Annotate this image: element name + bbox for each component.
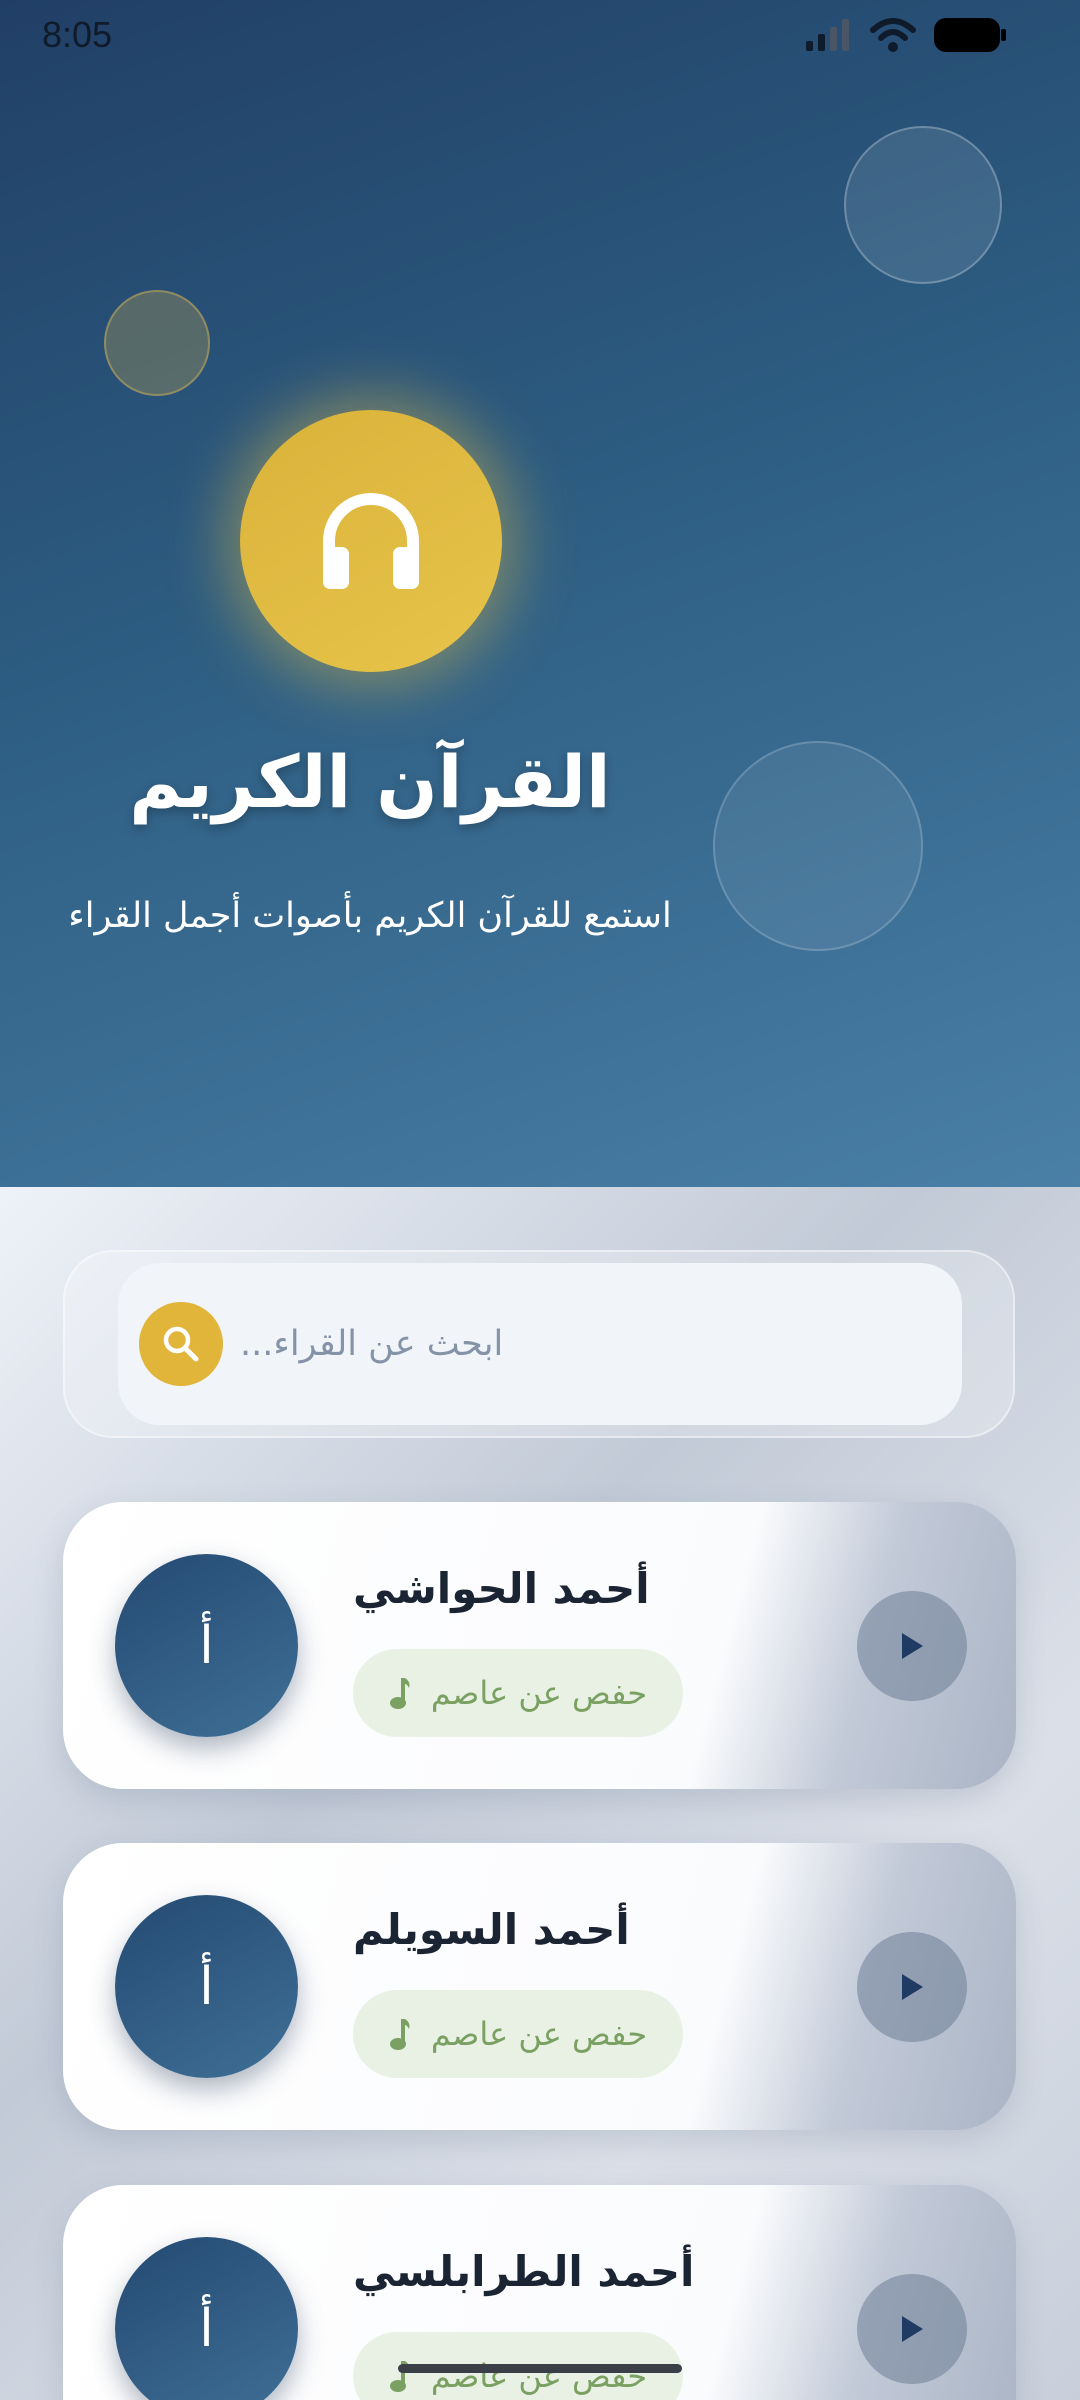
music-note-icon [389,2019,410,2050]
signal-icon [806,19,849,51]
play-button[interactable] [857,1591,967,1701]
page-subtitle: استمع للقرآن الكريم بأصوات أجمل القراء [68,896,672,936]
search-input[interactable] [240,1303,840,1385]
logo-badge [240,410,502,672]
battery-icon [934,18,1006,52]
search-button[interactable] [139,1302,223,1386]
search-icon [163,1326,199,1362]
riwaya-label: حفص عن عاصم [430,2357,648,2395]
decorative-bubble [713,741,923,951]
riwaya-label: حفص عن عاصم [430,1674,648,1712]
home-indicator[interactable] [398,2364,682,2373]
reciter-card[interactable]: أ أحمد السويلم حفص عن عاصم [63,1843,1016,2130]
play-icon [902,2316,923,2342]
reciter-name: أحمد الحواشي [353,1564,650,1613]
reciter-avatar: أ [115,1895,298,2078]
play-button[interactable] [857,2274,967,2384]
decorative-bubble [104,290,210,396]
headphones-icon [323,493,419,589]
status-bar: 8:05 [0,0,1080,70]
page-title: القرآن الكريم [129,740,611,824]
reciter-name: أحمد الطرابلسي [353,2247,695,2296]
play-icon [902,1633,923,1659]
reciter-card[interactable]: أ أحمد الحواشي حفص عن عاصم [63,1502,1016,1789]
wifi-icon [870,18,916,52]
status-time: 8:05 [42,14,113,55]
play-button[interactable] [857,1932,967,2042]
music-note-icon [389,1678,410,1709]
hero-header: القرآن الكريم استمع للقرآن الكريم بأصوات… [0,0,1080,1187]
reciter-name: أحمد السويلم [353,1905,630,1954]
play-icon [902,1974,923,2000]
decorative-bubble [844,126,1002,284]
reciter-avatar: أ [115,2237,298,2400]
riwaya-badge: حفص عن عاصم [353,1990,683,2078]
riwaya-badge: حفص عن عاصم [353,1649,683,1737]
reciter-avatar: أ [115,1554,298,1737]
riwaya-label: حفص عن عاصم [430,2015,648,2053]
